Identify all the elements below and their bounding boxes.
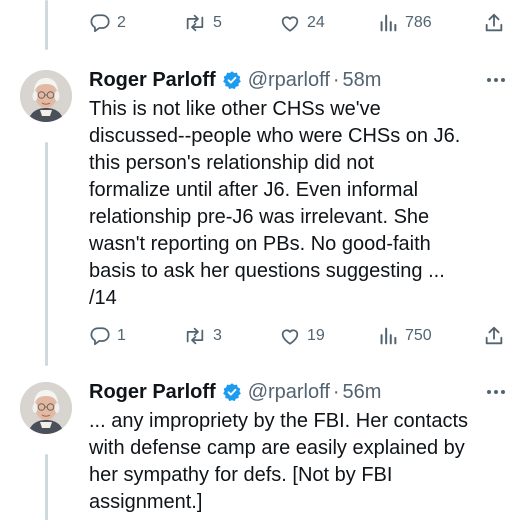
more-dot <box>487 390 491 394</box>
tweet-header: Roger Parloff @rparloff · 56m <box>89 378 505 406</box>
more-dot <box>494 78 498 82</box>
share-button[interactable] <box>483 321 505 351</box>
repost-arrows-icon <box>183 12 207 34</box>
repost-count: 5 <box>213 14 222 31</box>
verified-badge-icon <box>222 70 242 90</box>
repost-arrows-icon <box>183 325 207 347</box>
separator-dot: · <box>332 68 340 91</box>
share-upload-icon <box>483 12 505 34</box>
verified-badge-icon <box>222 382 242 402</box>
view-count: 786 <box>405 14 432 31</box>
more-dot <box>487 78 491 82</box>
repost-button[interactable]: 5 <box>183 8 222 38</box>
heart-icon <box>279 325 301 347</box>
tweet-timestamp[interactable]: 58m <box>343 69 382 92</box>
separator-dot: · <box>332 380 340 403</box>
like-button[interactable]: 19 <box>279 321 325 351</box>
thread-connector-line <box>45 454 48 520</box>
speech-bubble-icon <box>89 12 111 34</box>
author-name[interactable]: Roger Parloff <box>89 69 216 92</box>
repost-count: 3 <box>213 327 222 344</box>
like-button[interactable]: 24 <box>279 8 325 38</box>
reply-count: 1 <box>117 327 126 344</box>
more-options-button[interactable] <box>487 66 505 94</box>
bar-chart-icon <box>377 325 399 347</box>
more-options-button[interactable] <box>487 378 505 406</box>
like-count: 24 <box>307 14 325 31</box>
thread-connector-line <box>45 142 48 366</box>
heart-icon <box>279 12 301 34</box>
avatar[interactable] <box>20 382 72 434</box>
author-handle[interactable]: @rparloff <box>248 381 330 404</box>
tweet-timestamp[interactable]: 56m <box>343 381 382 404</box>
thread-connector-line <box>45 0 48 50</box>
previous-tweet-action-bar: 2 5 24 786 <box>89 8 505 38</box>
views-button[interactable]: 750 <box>377 321 432 351</box>
view-count: 750 <box>405 327 432 344</box>
like-count: 19 <box>307 327 325 344</box>
tweet-action-bar: 1 3 19 750 <box>89 321 505 351</box>
more-dot <box>501 78 505 82</box>
author-handle[interactable]: @rparloff <box>248 69 330 92</box>
tweet-text: ... any impropriety by the FBI. Her cont… <box>89 410 469 513</box>
more-dot <box>494 390 498 394</box>
speech-bubble-icon <box>89 325 111 347</box>
reply-button[interactable]: 2 <box>89 8 126 38</box>
author-name[interactable]: Roger Parloff <box>89 381 216 404</box>
repost-button[interactable]: 3 <box>183 321 222 351</box>
avatar[interactable] <box>20 70 72 122</box>
tweet-text: This is not like other CHSs we've discus… <box>89 98 461 309</box>
reply-button[interactable]: 1 <box>89 321 126 351</box>
tweet-header: Roger Parloff @rparloff · 58m <box>89 66 505 94</box>
more-dot <box>501 390 505 394</box>
share-upload-icon <box>483 325 505 347</box>
bar-chart-icon <box>377 12 399 34</box>
reply-count: 2 <box>117 14 126 31</box>
views-button[interactable]: 786 <box>377 8 432 38</box>
share-button[interactable] <box>483 8 505 38</box>
